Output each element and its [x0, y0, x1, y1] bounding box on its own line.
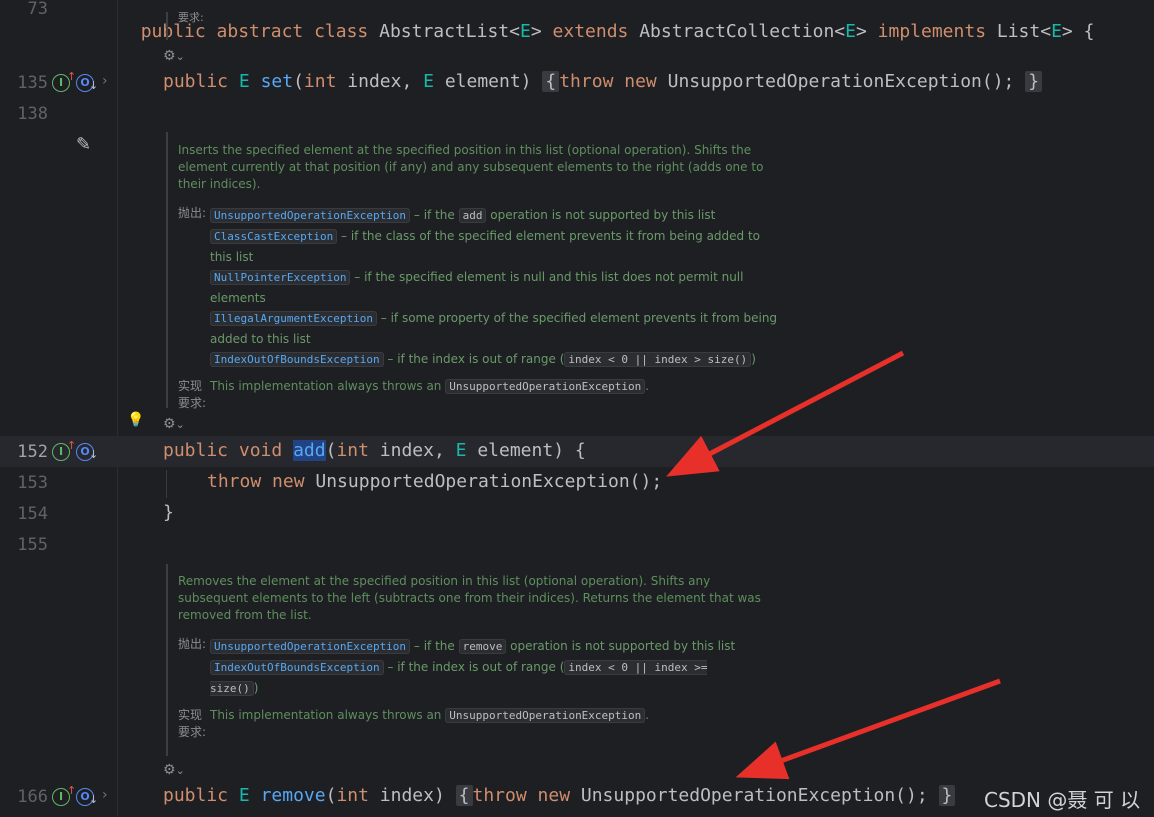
annotation-arrow — [666, 350, 905, 477]
watermark: CSDN @聂 可 以 — [984, 788, 1141, 812]
annotation-arrows — [666, 350, 1001, 780]
annotation-arrow — [735, 678, 1001, 780]
